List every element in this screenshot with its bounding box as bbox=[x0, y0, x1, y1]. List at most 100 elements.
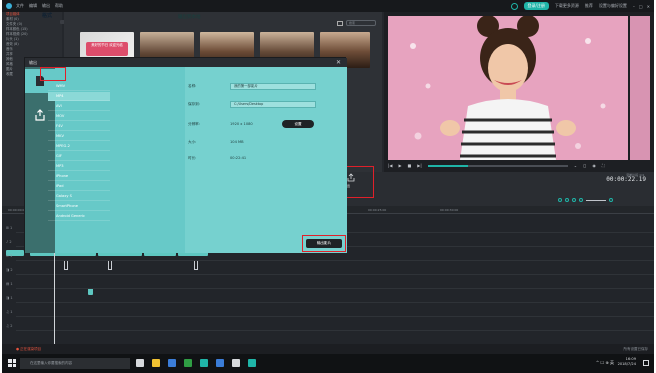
track-row[interactable] bbox=[16, 330, 654, 331]
track-row[interactable] bbox=[16, 302, 654, 303]
marker-icon[interactable] bbox=[565, 198, 569, 202]
system-tray[interactable]: ^ ☐ ⊕ 英 bbox=[596, 360, 614, 366]
format-option[interactable]: MP3 bbox=[48, 162, 110, 171]
file-explorer-icon[interactable] bbox=[152, 359, 160, 367]
download-link[interactable]: 下载更多资源 bbox=[555, 3, 579, 9]
recommend-link[interactable]: 推荐 bbox=[585, 3, 593, 9]
format-option[interactable]: SmartPhone bbox=[48, 202, 110, 211]
track-label[interactable]: ♫ 2 bbox=[6, 324, 12, 328]
playback-slider[interactable] bbox=[427, 164, 568, 167]
track-row[interactable] bbox=[16, 316, 654, 317]
maximize-icon[interactable]: □ bbox=[639, 4, 643, 9]
minimize-icon[interactable]: – bbox=[633, 4, 635, 9]
menu-edit[interactable]: 编辑 bbox=[29, 3, 37, 9]
timecode: 00:00:22.19 bbox=[606, 176, 646, 183]
app-icon[interactable] bbox=[200, 359, 208, 367]
sign-in-button[interactable]: 登录/注册 bbox=[523, 2, 549, 10]
duration-value: 00:22:41 bbox=[230, 156, 247, 160]
settings-button[interactable]: 设置 bbox=[282, 120, 314, 128]
preview-image bbox=[388, 16, 628, 160]
grid-view-icon[interactable] bbox=[337, 20, 343, 26]
render-icon[interactable] bbox=[558, 198, 562, 202]
preview-controls: |◀ ▶ ■ ▶| ⌄ ◻ ◉ ⛶ bbox=[388, 161, 650, 170]
windows-start-icon[interactable] bbox=[8, 359, 16, 367]
ruler-tick-label: 00:00:30:00 bbox=[440, 208, 459, 212]
play-icon[interactable]: ▶ bbox=[398, 163, 401, 168]
notification-icon[interactable] bbox=[643, 360, 649, 366]
menu-export[interactable]: 输出 bbox=[42, 3, 50, 9]
record-icon[interactable]: ◉ bbox=[592, 163, 596, 168]
dialog-title: 输出 bbox=[25, 58, 347, 67]
chrome-icon[interactable] bbox=[184, 359, 192, 367]
preview-side-strip bbox=[630, 16, 650, 160]
next-frame-icon[interactable]: ▶| bbox=[417, 163, 421, 168]
zoom-out-icon[interactable] bbox=[579, 198, 583, 202]
menu-bar: 文件 编辑 输出 帮助 bbox=[16, 3, 63, 9]
format-option[interactable]: GIF bbox=[48, 152, 110, 161]
settings-link[interactable]: 设置与偏好设置 bbox=[599, 3, 627, 9]
timeline-clip[interactable] bbox=[108, 260, 112, 270]
format-option[interactable]: AVI bbox=[48, 102, 110, 111]
track-row[interactable] bbox=[16, 274, 654, 275]
format-option[interactable]: MP4 bbox=[48, 92, 110, 101]
timeline-clip[interactable] bbox=[194, 260, 198, 270]
name-label: 名称: bbox=[188, 84, 197, 88]
previous-frame-icon[interactable]: |◀ bbox=[388, 163, 392, 168]
size-value: 104 MB bbox=[230, 140, 244, 144]
fullscreen-icon[interactable]: ⛶ bbox=[602, 163, 605, 168]
menu-help[interactable]: 帮助 bbox=[55, 3, 63, 9]
menu-file[interactable]: 文件 bbox=[16, 3, 24, 9]
status-bar: ● 正在渲染项目 所有设置已保存 bbox=[2, 344, 654, 354]
track-label[interactable]: ▤ 1 bbox=[6, 282, 13, 286]
timeline-clip[interactable] bbox=[88, 288, 93, 295]
track-label[interactable]: ⊙ 1 bbox=[6, 254, 12, 258]
voiceover-icon[interactable] bbox=[572, 198, 576, 202]
format-option[interactable]: MKV bbox=[48, 132, 110, 141]
library-search-input[interactable]: 搜索 bbox=[346, 20, 376, 26]
track-label[interactable]: ◨ 1 bbox=[6, 296, 13, 300]
dialog-close-icon[interactable]: ✕ bbox=[336, 59, 341, 66]
thumbnail-badge: 美好的节日 欢迎光临 bbox=[86, 42, 128, 56]
volume-icon[interactable]: ⌄ bbox=[574, 163, 577, 168]
filmora-icon[interactable] bbox=[248, 359, 256, 367]
track-row[interactable] bbox=[16, 260, 654, 261]
stop-icon[interactable]: ■ bbox=[408, 163, 412, 168]
task-view-icon[interactable] bbox=[136, 359, 144, 367]
format-option[interactable]: MPEG-2 bbox=[48, 142, 110, 151]
close-window-icon[interactable]: ✕ bbox=[647, 4, 650, 9]
format-option[interactable]: F4V bbox=[48, 122, 110, 131]
track-label[interactable]: ◨ 2 bbox=[6, 268, 13, 272]
track-label[interactable]: ♪ 2 bbox=[6, 240, 12, 244]
taskbar-clock[interactable]: 16:09 2018/7/24 bbox=[618, 357, 636, 367]
windows-taskbar: 在这里输入你要搜索的内容 ^ ☐ ⊕ 英 16:09 2018/7/24 bbox=[2, 354, 654, 373]
taskbar-search[interactable]: 在这里输入你要搜索的内容 bbox=[20, 358, 130, 369]
track-row[interactable] bbox=[16, 288, 654, 289]
app-window: 文件 编辑 输出 帮助 登录/注册 下载更多资源 推荐 设置与偏好设置 – □ … bbox=[2, 0, 654, 373]
word-icon[interactable] bbox=[216, 359, 224, 367]
track-label[interactable]: ♫ 1 bbox=[6, 310, 12, 314]
zoom-slider[interactable] bbox=[586, 199, 606, 201]
format-option[interactable]: iPhone bbox=[48, 172, 110, 181]
format-option[interactable]: Android Generic bbox=[48, 212, 110, 221]
output-settings-panel bbox=[185, 67, 347, 253]
app-icon[interactable] bbox=[232, 359, 240, 367]
top-bar: 文件 编辑 输出 帮助 登录/注册 下载更多资源 推荐 设置与偏好设置 – □ … bbox=[2, 0, 654, 12]
timeline-clip[interactable] bbox=[64, 260, 68, 270]
edge-icon[interactable] bbox=[168, 359, 176, 367]
track-label[interactable]: ⊞ 1 bbox=[6, 226, 12, 230]
format-option[interactable]: MOV bbox=[48, 112, 110, 121]
timeline-tools bbox=[558, 198, 613, 202]
save-to-input[interactable]: C:/Users/Desktop bbox=[230, 101, 316, 108]
account-icon[interactable] bbox=[510, 2, 518, 10]
name-input[interactable]: 我的第一部影片 bbox=[230, 83, 316, 90]
snapshot-icon[interactable]: ◻ bbox=[583, 163, 586, 168]
zoom-in-icon[interactable] bbox=[609, 198, 613, 202]
format-option[interactable]: iPad bbox=[48, 182, 110, 191]
share-icon bbox=[35, 109, 45, 121]
library-toolbar: 搜索 bbox=[337, 20, 376, 26]
format-option[interactable]: Galaxy S bbox=[48, 192, 110, 201]
format-option[interactable]: WMV bbox=[48, 82, 110, 91]
format-heading: 格式 bbox=[42, 13, 53, 19]
preview-panel: |◀ ▶ ■ ▶| ⌄ ◻ ◉ ⛶ bbox=[384, 12, 654, 172]
output-heading: 输出到本地 bbox=[178, 15, 201, 20]
